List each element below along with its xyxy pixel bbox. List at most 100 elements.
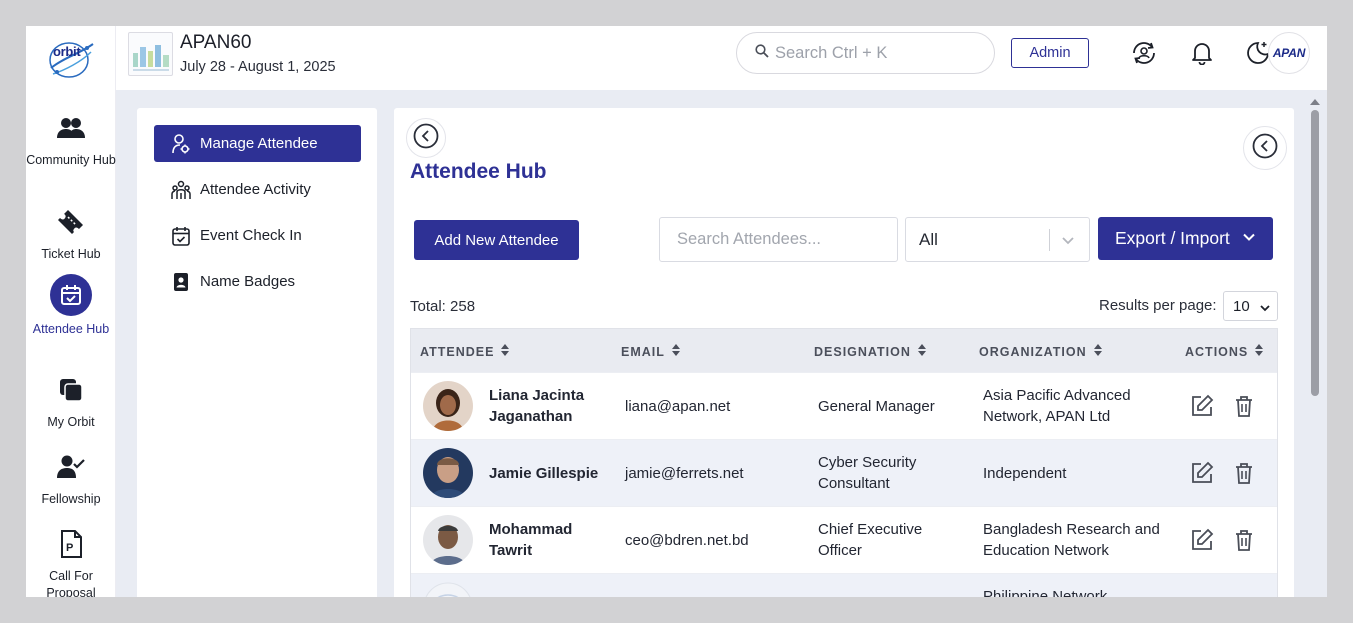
attendee-email: liana@apan.net	[625, 398, 731, 415]
nav-community-hub[interactable]: Community Hub	[26, 110, 116, 169]
attendee-photo	[423, 582, 473, 597]
proposal-icon: P	[51, 526, 91, 562]
export-import-label: Export / Import	[1115, 228, 1230, 248]
total-count: Total: 258	[410, 298, 476, 315]
submenu-name-badges[interactable]: Name Badges	[154, 263, 361, 300]
table-row[interactable]: Mohammad Tawrit ceo@bdren.net.bd Chief E…	[411, 506, 1277, 573]
attendee-search-input[interactable]: Search Attendees...	[659, 217, 898, 262]
results-per-page-select[interactable]: 10	[1223, 291, 1278, 321]
community-icon	[51, 110, 91, 146]
content-area: Manage Attendee Attendee Activity Event …	[116, 90, 1327, 597]
delete-icon[interactable]	[1229, 458, 1259, 488]
manage-attendee-icon	[170, 133, 192, 154]
attendee-organization: Asia Pacific Advanced Network, APAN Ltd	[983, 387, 1131, 425]
nav-label: Fellowship	[41, 492, 101, 506]
attendee-hub-panel: Attendee Hub Add New Attendee Search Att…	[394, 108, 1294, 597]
page-title: Attendee Hub	[410, 160, 547, 183]
attendee-name: Mohammad Tawrit	[489, 521, 573, 559]
delete-icon[interactable]	[1229, 391, 1259, 421]
attendee-photo	[423, 381, 473, 431]
nav-call-for-proposal[interactable]: P Call For Proposal	[26, 526, 116, 597]
chevron-down-icon	[1259, 301, 1271, 318]
app-window: orbit Community Hub Ticket Hub Attendee …	[26, 26, 1327, 597]
edit-icon[interactable]	[1187, 391, 1217, 421]
scrollbar-thumb[interactable]	[1311, 110, 1319, 396]
delete-icon[interactable]	[1229, 525, 1259, 555]
event-name: APAN60	[180, 32, 252, 53]
switch-user-icon[interactable]	[1129, 38, 1159, 68]
fellowship-icon	[51, 449, 91, 485]
nav-label: Community Hub	[26, 153, 116, 167]
nav-label: Call For Proposal	[46, 569, 96, 597]
my-orbit-icon	[51, 372, 91, 408]
attendee-photo	[423, 448, 473, 498]
sort-icon	[1255, 344, 1264, 359]
sort-icon	[917, 344, 926, 359]
column-header-actions[interactable]: ACTIONS	[1185, 344, 1264, 359]
add-new-attendee-button[interactable]: Add New Attendee	[414, 220, 579, 260]
chevron-down-icon	[1060, 230, 1076, 255]
svg-text:P: P	[66, 542, 73, 554]
nav-attendee-hub[interactable]: Attendee Hub	[26, 274, 116, 338]
sort-icon	[671, 344, 680, 359]
nav-fellowship[interactable]: Fellowship	[26, 449, 116, 508]
event-thumbnail	[128, 32, 173, 76]
column-header-designation[interactable]: DESIGNATION	[814, 344, 926, 359]
results-per-page-label: Results per page:	[1099, 297, 1217, 314]
attendee-email: ceo@bdren.net.bd	[625, 532, 749, 549]
nav-label: Attendee Hub	[32, 322, 110, 336]
column-label: EMAIL	[621, 344, 665, 359]
submenu-label: Event Check In	[200, 227, 302, 244]
table-row[interactable]: Jamie Gillespie jamie@ferrets.net Cyber …	[411, 439, 1277, 506]
attendee-designation: General Manager	[818, 398, 935, 415]
attendee-organization: Philippine Network	[983, 588, 1108, 597]
edit-icon[interactable]	[1187, 458, 1217, 488]
column-label: DESIGNATION	[814, 344, 911, 359]
submenu-manage-attendee[interactable]: Manage Attendee	[154, 125, 361, 162]
chevron-left-icon	[1252, 133, 1278, 164]
attendee-calendar-icon	[50, 274, 92, 316]
avatar[interactable]: APAN	[1268, 32, 1310, 74]
logo-text: orbit	[53, 44, 81, 59]
table-row[interactable]: Liana Jacinta Jaganathan liana@apan.net …	[411, 372, 1277, 439]
export-import-button[interactable]: Export / Import	[1098, 217, 1273, 260]
collapse-panel-button[interactable]	[1243, 126, 1287, 170]
sort-icon	[1093, 344, 1102, 359]
admin-button[interactable]: Admin	[1011, 38, 1089, 68]
table-row[interactable]: Philippine Network	[411, 573, 1277, 597]
nav-label: Ticket Hub	[41, 247, 101, 261]
nav-ticket-hub[interactable]: Ticket Hub	[26, 204, 116, 263]
attendee-name: Liana Jacinta Jaganathan	[489, 387, 585, 425]
chevron-left-icon	[413, 123, 439, 154]
attendee-designation: Cyber Security Consultant	[818, 454, 917, 492]
table-header: ATTENDEE EMAIL DESIGNATION ORGANIZATION	[411, 329, 1277, 372]
submenu-label: Manage Attendee	[200, 135, 318, 152]
orbit-logo[interactable]: orbit	[26, 26, 116, 90]
activity-icon	[170, 180, 192, 200]
column-label: ATTENDEE	[420, 344, 495, 359]
chevron-down-icon	[1242, 228, 1256, 249]
global-search-input[interactable]: Search Ctrl + K	[736, 32, 995, 74]
column-header-organization[interactable]: ORGANIZATION	[979, 344, 1102, 359]
select-separator	[1049, 229, 1050, 251]
badge-icon	[170, 272, 192, 292]
edit-icon[interactable]	[1187, 525, 1217, 555]
collapse-sidebar-button[interactable]	[406, 118, 446, 158]
submenu-label: Attendee Activity	[200, 181, 311, 198]
ticket-icon	[51, 204, 91, 240]
sort-icon	[501, 344, 510, 359]
filter-select[interactable]: All	[905, 217, 1090, 262]
attendee-search-placeholder: Search Attendees...	[677, 230, 822, 248]
attendee-email: jamie@ferrets.net	[625, 465, 744, 482]
column-header-email[interactable]: EMAIL	[621, 344, 680, 359]
submenu-attendee-activity[interactable]: Attendee Activity	[154, 171, 361, 208]
submenu-event-check-in[interactable]: Event Check In	[154, 217, 361, 254]
bell-icon[interactable]	[1187, 38, 1217, 68]
search-icon	[755, 43, 769, 63]
top-header: APAN60 July 28 - August 1, 2025 Search C…	[116, 26, 1327, 90]
submenu-label: Name Badges	[200, 273, 296, 290]
results-per-page-value: 10	[1233, 297, 1250, 315]
column-header-attendee[interactable]: ATTENDEE	[420, 344, 510, 359]
nav-rail: orbit Community Hub Ticket Hub Attendee …	[26, 26, 116, 597]
nav-my-orbit[interactable]: My Orbit	[26, 372, 116, 431]
